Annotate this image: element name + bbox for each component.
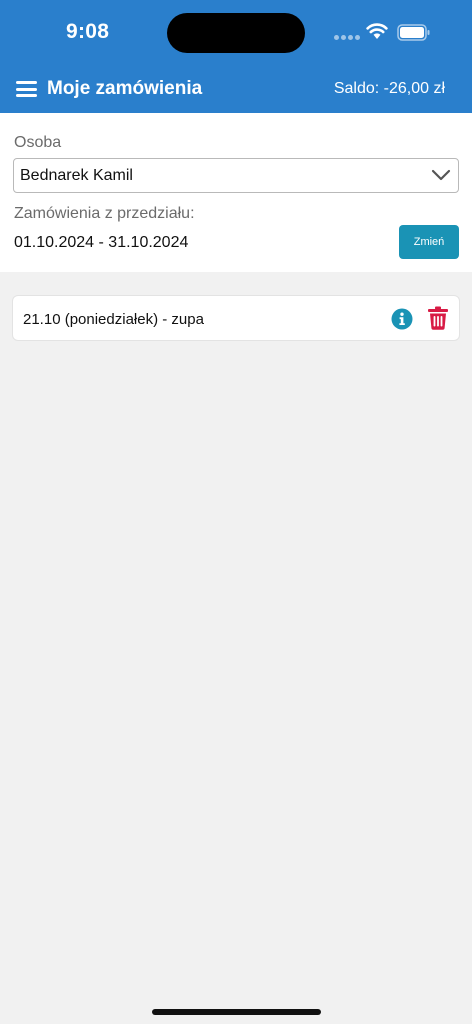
date-range-value: 01.10.2024 - 31.10.2024 <box>14 234 189 251</box>
status-time: 9:08 <box>66 20 110 43</box>
change-range-button[interactable]: Zmień <box>399 225 459 259</box>
page-title: Moje zamówienia <box>47 78 203 99</box>
info-icon[interactable] <box>391 308 413 330</box>
filter-panel: Osoba Bednarek Kamil Zamówienia z przedz… <box>0 113 472 272</box>
signal-dots-icon <box>334 35 360 41</box>
chevron-down-icon <box>431 169 451 181</box>
list-item: 21.10 (poniedziałek) - zupa <box>12 295 460 341</box>
hamburger-icon[interactable] <box>16 81 37 97</box>
order-label: 21.10 (poniedziałek) - zupa <box>23 311 204 328</box>
balance-label: Saldo: -26,00 zł <box>333 80 445 97</box>
person-label: Osoba <box>14 134 62 151</box>
nav-bar: Moje zamówienia Saldo: -26,00 zł <box>0 66 472 112</box>
person-select-value: Bednarek Kamil <box>20 167 133 184</box>
person-select[interactable]: Bednarek Kamil <box>13 158 459 193</box>
home-indicator <box>152 1009 321 1015</box>
wifi-icon <box>366 23 388 39</box>
dynamic-island <box>167 13 305 53</box>
battery-icon <box>397 24 430 41</box>
date-range-label: Zamówienia z przedziału: <box>14 205 195 222</box>
trash-icon[interactable] <box>427 306 449 330</box>
app-header: 9:08 Moje zamówienia Saldo: -26,00 zł <box>0 0 472 113</box>
